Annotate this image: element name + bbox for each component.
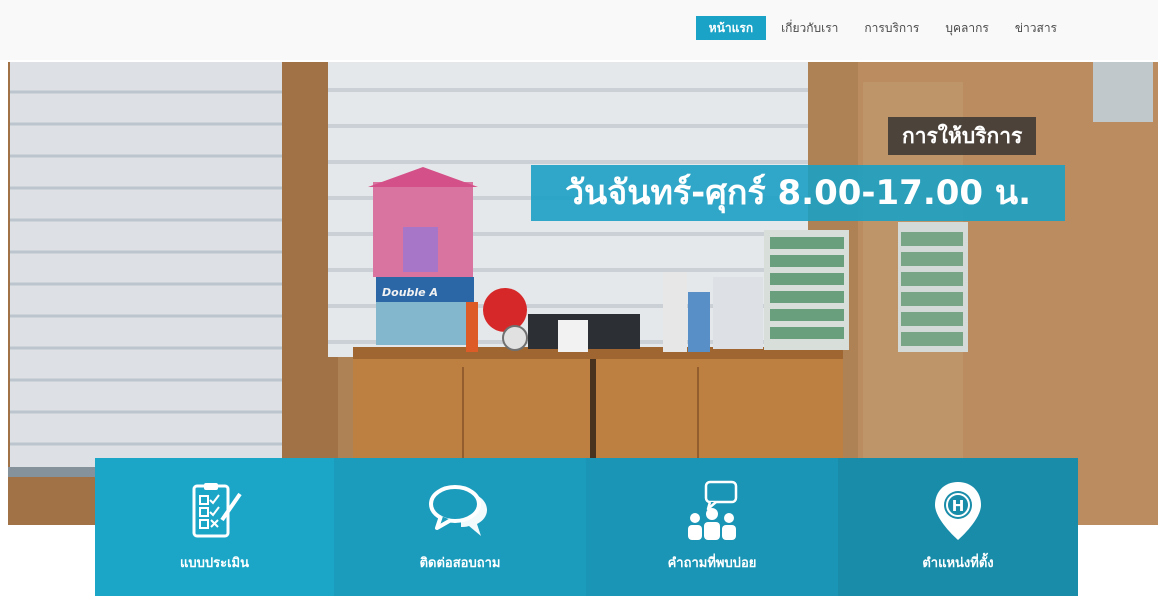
tile-contact-label: ติดต่อสอบถาม (419, 556, 501, 571)
hero-banner: Double A การให้บริการ วันจันทร์-ศุกร์ 8.… (8, 62, 1158, 525)
menu-item-home[interactable]: หน้าแรก (695, 16, 767, 40)
top-navbar: หน้าแรก เกี่ยวกับเรา การบริการ บุคลากร ข… (0, 0, 1158, 60)
menu-item-about[interactable]: เกี่ยวกับเรา (768, 16, 851, 40)
location-pin-icon: H (932, 480, 984, 546)
hero-subtitle: การให้บริการ (888, 117, 1037, 155)
tile-faq-label: คำถามที่พบบ่อย (667, 556, 757, 571)
svg-text:H: H (952, 497, 965, 515)
main-menu: หน้าแรก เกี่ยวกับเรา การบริการ บุคลากร ข… (695, 16, 1070, 40)
menu-item-services[interactable]: การบริการ (851, 16, 932, 40)
tile-contact[interactable]: ติดต่อสอบถาม (334, 458, 586, 596)
chat-bubbles-icon (427, 480, 493, 546)
quick-links: แบบประเมิน ติดต่อสอบถาม คำถามที่พบบ่อย H… (95, 458, 1078, 596)
tile-faq[interactable]: คำถามที่พบบ่อย (586, 458, 838, 596)
tile-assessment-label: แบบประเมิน (180, 556, 249, 571)
tile-location[interactable]: H ตำแหน่งที่ตั้ง (838, 458, 1078, 596)
checklist-icon (184, 480, 246, 546)
tile-assessment[interactable]: แบบประเมิน (95, 458, 334, 596)
tile-location-label: ตำแหน่งที่ตั้ง (922, 556, 994, 571)
menu-item-staff[interactable]: บุคลากร (932, 16, 1001, 40)
faq-people-icon (680, 480, 744, 546)
menu-item-news[interactable]: ข่าวสาร (1002, 16, 1070, 40)
hero-title: วันจันทร์-ศุกร์ 8.00-17.00 น. (531, 165, 1065, 221)
